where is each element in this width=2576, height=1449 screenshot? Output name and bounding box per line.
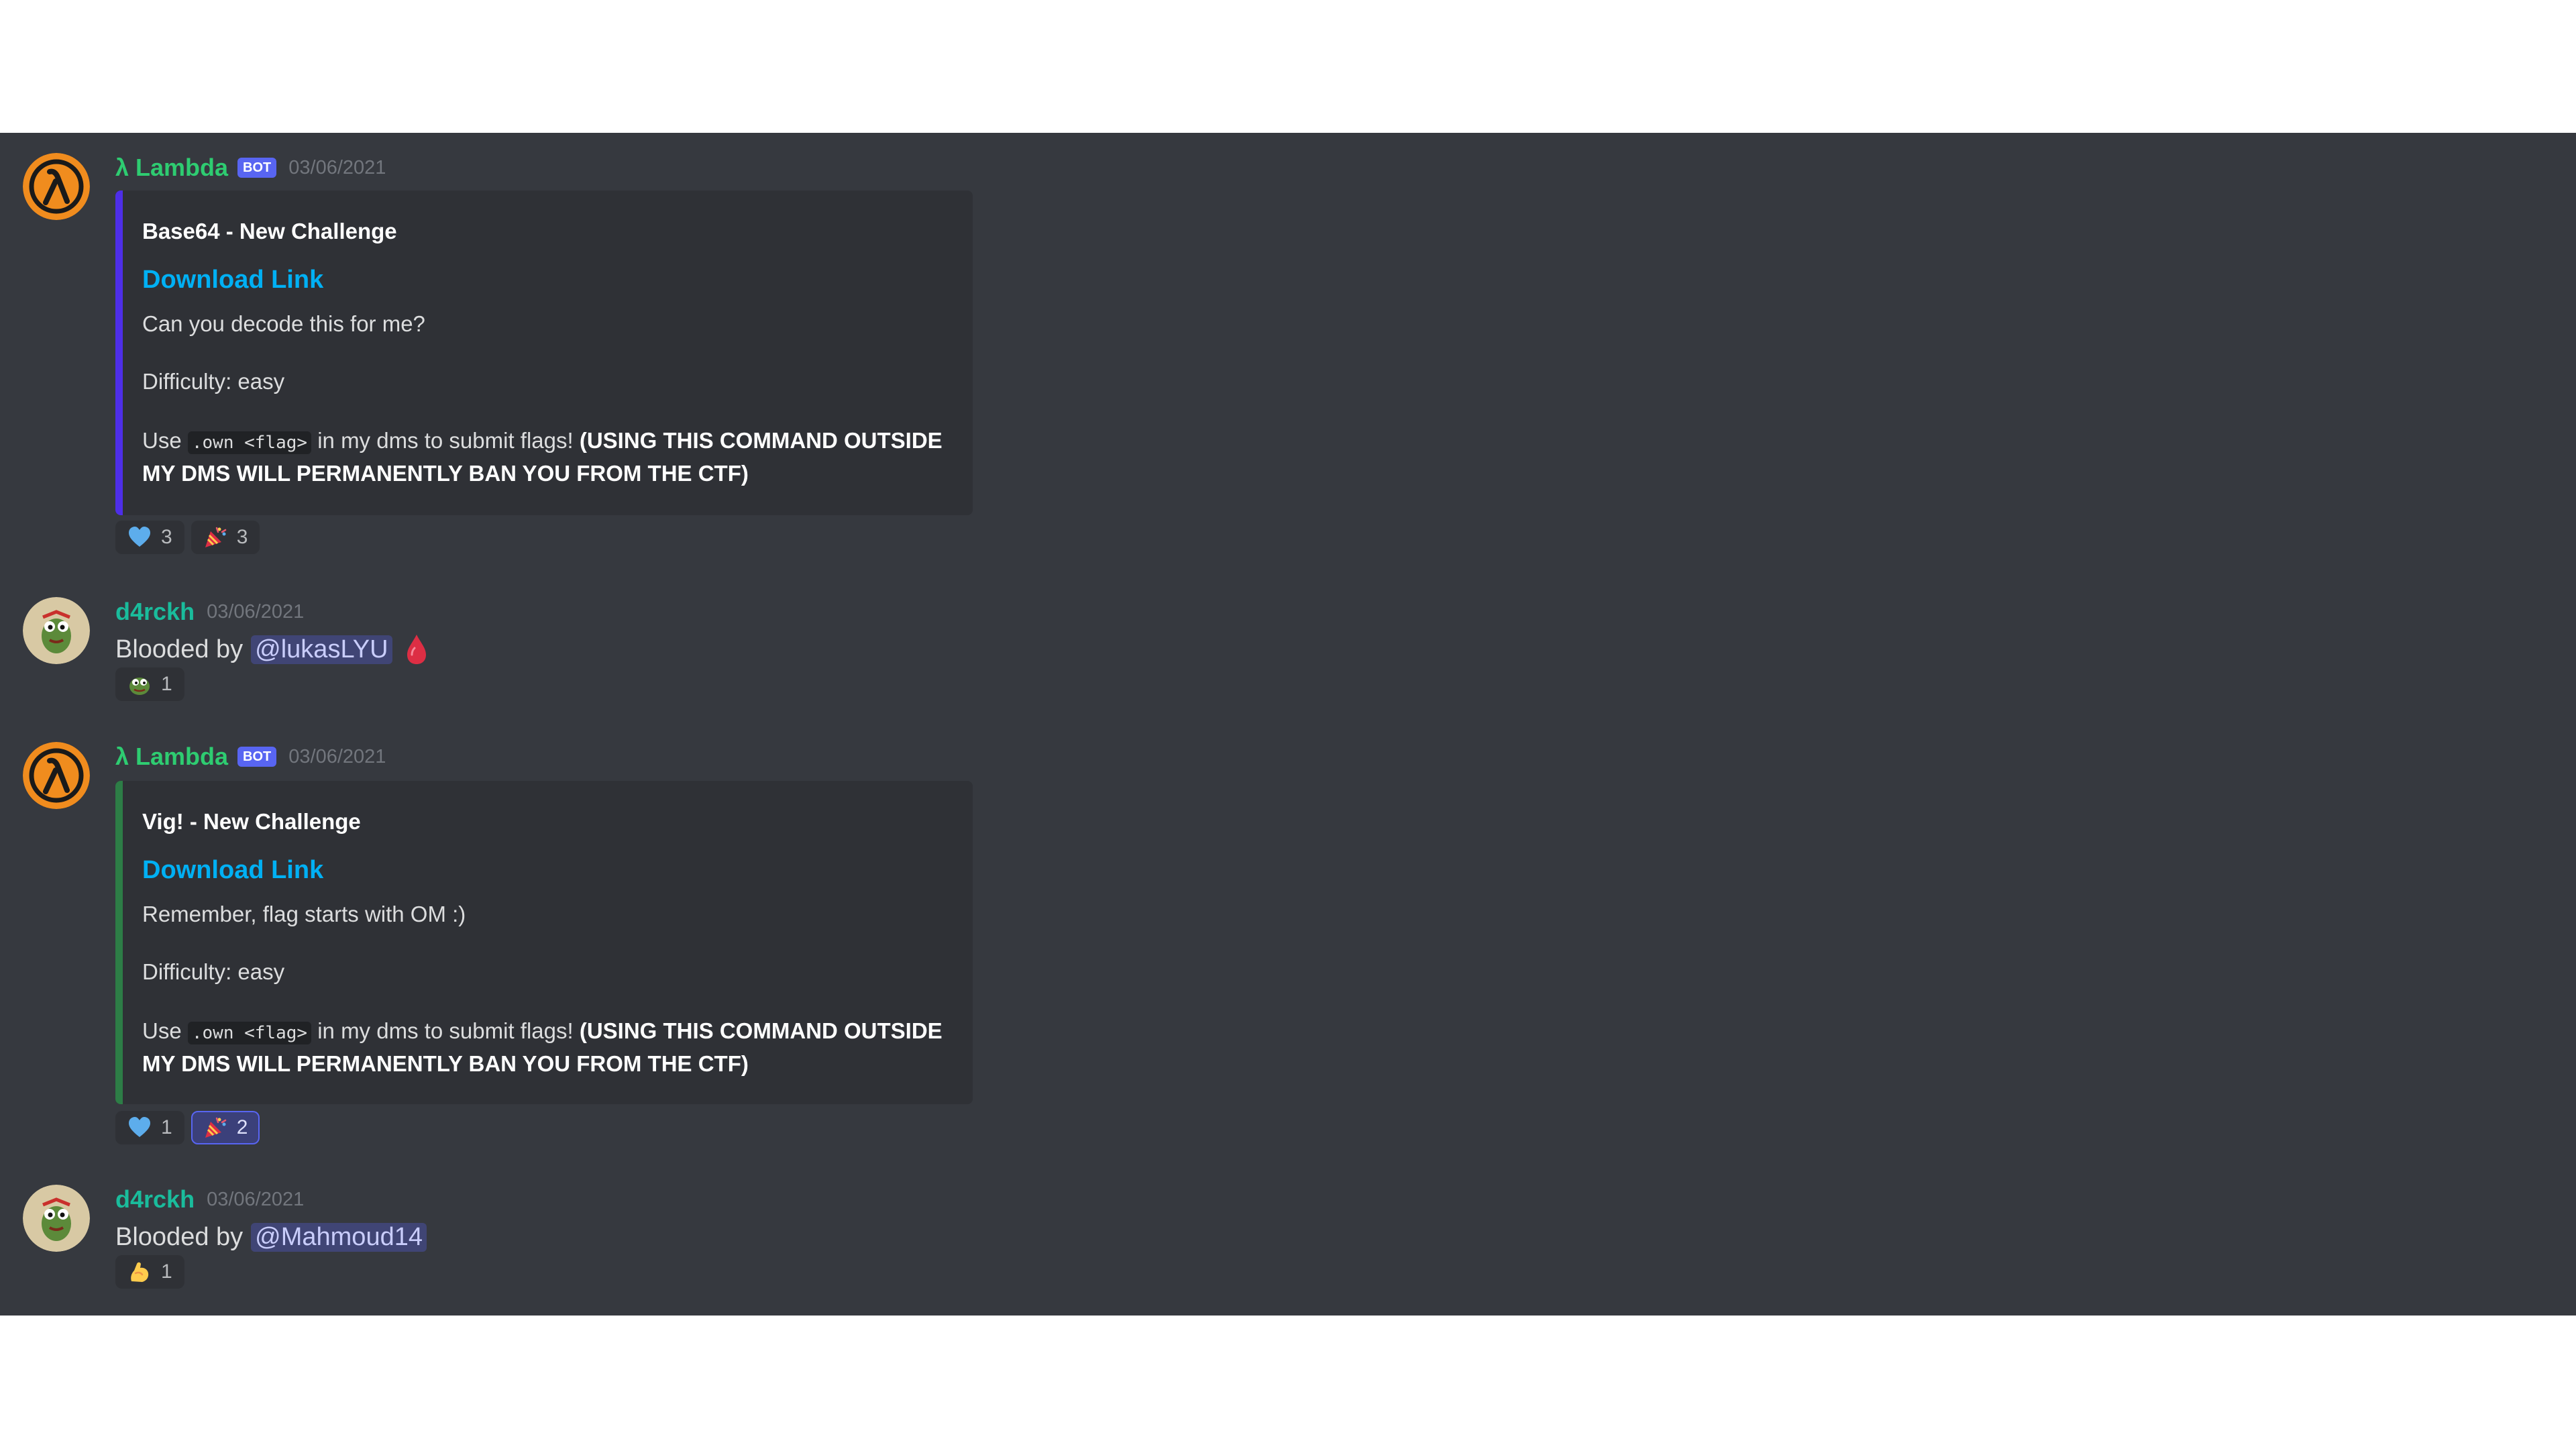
reaction-blue-heart[interactable]: 3	[115, 521, 184, 554]
embed-accent-bar	[115, 191, 123, 515]
reaction-count: 1	[161, 1116, 172, 1138]
bot-tag: BOT	[237, 747, 277, 767]
reactions: 1	[115, 1255, 184, 1289]
timestamp: 03/06/2021	[207, 1189, 305, 1210]
reaction-count: 3	[161, 526, 172, 548]
timestamp: 03/06/2021	[288, 157, 386, 178]
embed-description: Can you decode this for me?	[142, 311, 425, 336]
reaction-count: 2	[236, 1116, 248, 1138]
d4rckh-avatar[interactable]	[23, 597, 90, 664]
download-link[interactable]: Download Link	[142, 856, 323, 885]
blue-heart-icon	[129, 1117, 150, 1137]
blue-heart-icon	[129, 527, 150, 547]
embed-description: Remember, flag starts with OM :)	[142, 902, 466, 926]
embed-usage: Use .own <flag> in my dms to submit flag…	[142, 1016, 954, 1079]
reaction-count: 1	[161, 1260, 172, 1283]
reaction-party-popper[interactable]: 3	[191, 521, 260, 554]
embed-title: Base64 - New Challenge	[142, 219, 397, 244]
bot-tag: BOT	[237, 158, 277, 178]
usage-mid: in my dms to submit flags!	[317, 428, 574, 453]
timestamp: 03/06/2021	[207, 601, 305, 623]
author-name[interactable]: d4rckh	[115, 1185, 195, 1214]
reactions: 1	[115, 667, 184, 701]
usage-mid: in my dms to submit flags!	[317, 1018, 574, 1043]
embed-accent-bar	[115, 781, 123, 1104]
usage-prefix: Use	[142, 1018, 182, 1043]
lambda-logo-icon	[23, 153, 90, 220]
reactions: 1 2	[115, 1111, 260, 1144]
embed-title: Vig! - New Challenge	[142, 809, 361, 834]
party-popper-icon	[205, 1117, 226, 1138]
message-prefix: Blooded by	[115, 635, 244, 663]
message-prefix: Blooded by	[115, 1222, 244, 1251]
author-name[interactable]: λ Lambda	[115, 153, 228, 182]
usage-prefix: Use	[142, 428, 182, 453]
lambda-avatar[interactable]	[23, 153, 90, 220]
reaction-blue-heart[interactable]: 1	[115, 1111, 184, 1144]
command-code: .own <flag>	[187, 431, 312, 454]
message-text: Blooded by @Mahmoud14	[115, 1220, 427, 1254]
embed-usage: Use .own <flag> in my dms to submit flag…	[142, 425, 954, 489]
reactions: 3 3	[115, 521, 260, 554]
reaction-flexed-biceps[interactable]: 1	[115, 1255, 184, 1289]
embed-difficulty: Difficulty: easy	[142, 369, 285, 394]
reaction-party-popper[interactable]: 2	[191, 1111, 260, 1144]
author-name[interactable]: d4rckh	[115, 597, 195, 627]
challenge-embed: Vig! - New Challenge Download Link Remem…	[115, 781, 973, 1104]
flexed-biceps-icon	[131, 1262, 149, 1282]
download-link[interactable]: Download Link	[142, 266, 323, 294]
pepe-icon	[129, 678, 150, 695]
message-text: Blooded by @lukasLYU	[115, 632, 430, 667]
command-code: .own <flag>	[187, 1022, 312, 1044]
reaction-count: 3	[236, 526, 248, 548]
author-name[interactable]: λ Lambda	[115, 742, 228, 771]
reaction-count: 1	[161, 673, 172, 695]
user-mention[interactable]: @lukasLYU	[251, 635, 392, 664]
lambda-logo-icon	[23, 742, 90, 809]
timestamp: 03/06/2021	[288, 746, 386, 767]
pepe-avatar-icon	[23, 597, 90, 664]
party-popper-icon	[205, 527, 226, 547]
user-mention[interactable]: @Mahmoud14	[251, 1222, 427, 1252]
reaction-pepe[interactable]: 1	[115, 667, 184, 701]
pepe-avatar-icon	[23, 1185, 90, 1252]
chat-messages[interactable]: λ Lambda BOT 03/06/2021 Base64 - New Cha…	[0, 133, 2576, 1316]
challenge-embed: Base64 - New Challenge Download Link Can…	[115, 191, 973, 515]
d4rckh-avatar[interactable]	[23, 1185, 90, 1252]
embed-difficulty: Difficulty: easy	[142, 959, 285, 984]
drop-of-blood-icon	[407, 635, 426, 664]
lambda-avatar[interactable]	[23, 742, 90, 809]
